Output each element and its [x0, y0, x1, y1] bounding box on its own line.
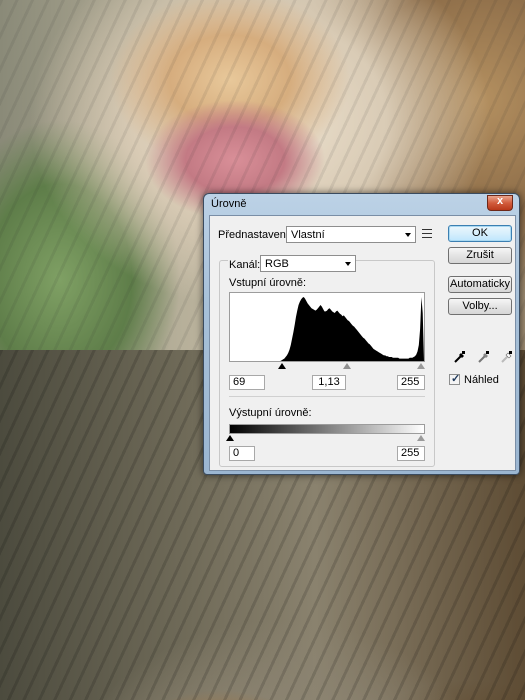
white-eyedropper-icon[interactable]	[500, 350, 514, 364]
input-levels-label: Vstupní úrovně:	[229, 277, 307, 289]
preset-label: Přednastavení:	[218, 229, 292, 241]
channel-value: RGB	[265, 258, 289, 270]
levels-dialog: Úrovně x Přednastavení: Vlastní Kanál: R…	[203, 193, 520, 475]
dialog-client: Přednastavení: Vlastní Kanál: RGB Vstupn…	[209, 215, 516, 471]
channel-select[interactable]: RGB	[260, 255, 356, 272]
preset-select[interactable]: Vlastní	[286, 226, 416, 243]
output-black-slider[interactable]	[226, 435, 234, 441]
separator	[229, 396, 425, 397]
preset-value: Vlastní	[291, 229, 325, 241]
output-white-slider[interactable]	[417, 435, 425, 441]
input-black-slider[interactable]	[278, 363, 286, 369]
ok-button[interactable]: OK	[448, 225, 512, 242]
checkmark-icon: ✓	[451, 373, 461, 385]
auto-button[interactable]: Automaticky	[448, 276, 512, 293]
chevron-down-icon	[345, 262, 351, 266]
title-bar[interactable]: Úrovně x	[204, 194, 519, 214]
channel-label: Kanál:	[228, 259, 262, 271]
cancel-button[interactable]: Zrušit	[448, 247, 512, 264]
output-levels-label: Výstupní úrovně:	[229, 407, 312, 419]
gray-eyedropper-icon[interactable]	[477, 350, 491, 364]
input-gamma-field[interactable]: 1,13	[312, 375, 346, 390]
input-black-field[interactable]: 69	[229, 375, 265, 390]
histogram	[229, 292, 425, 362]
close-icon: x	[496, 195, 504, 207]
output-black-field[interactable]: 0	[229, 446, 255, 461]
options-button[interactable]: Volby...	[448, 298, 512, 315]
dialog-title: Úrovně	[211, 198, 247, 210]
preview-checkbox[interactable]: ✓	[449, 373, 461, 385]
input-gamma-slider[interactable]	[343, 363, 351, 369]
input-white-field[interactable]: 255	[397, 375, 425, 390]
output-white-field[interactable]: 255	[397, 446, 425, 461]
chevron-down-icon	[405, 233, 411, 237]
preset-menu-icon[interactable]	[422, 229, 432, 238]
preview-label: Náhled	[464, 374, 499, 386]
histogram-chart	[230, 297, 424, 361]
close-button[interactable]: x	[487, 195, 513, 211]
black-eyedropper-icon[interactable]	[453, 350, 467, 364]
histogram-shape	[230, 297, 424, 361]
output-gradient	[229, 424, 425, 434]
input-white-slider[interactable]	[417, 363, 425, 369]
